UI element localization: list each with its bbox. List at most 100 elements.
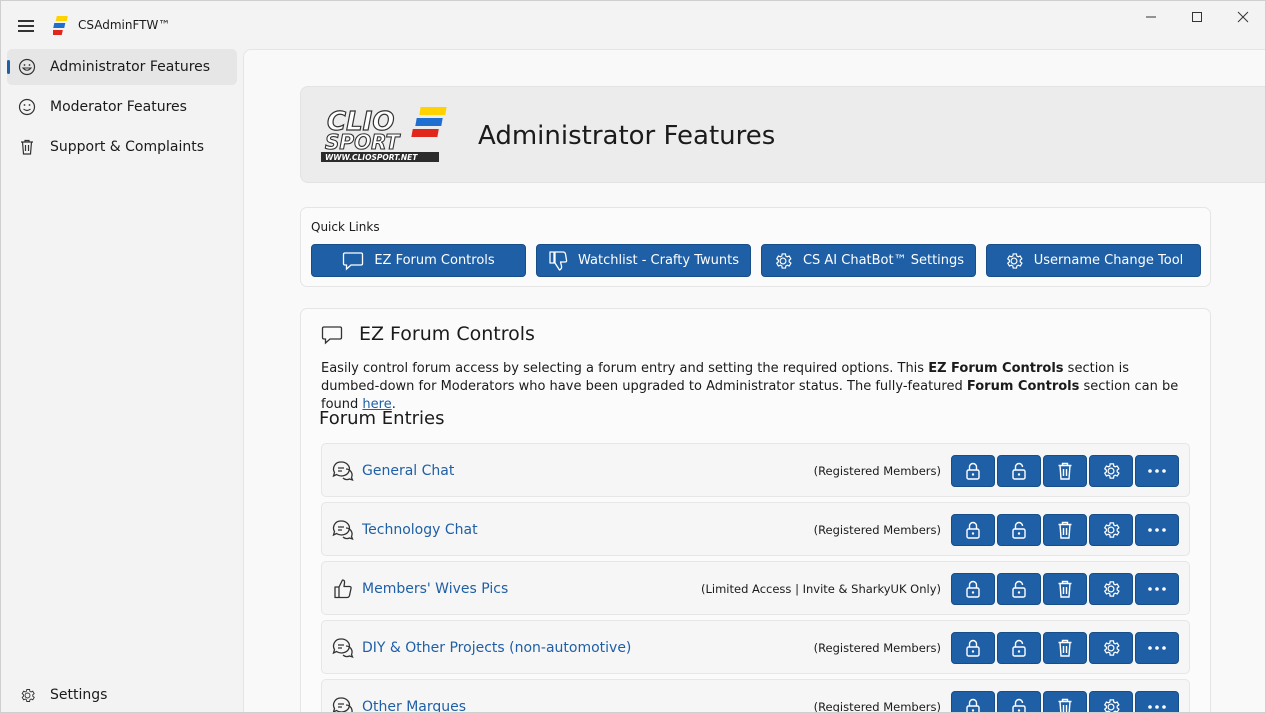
settings-button[interactable] — [1089, 632, 1133, 664]
sidebar: Administrator Features Moderator Feature… — [1, 49, 243, 712]
forum-entry-row[interactable]: Other Marques (Registered Members) — [321, 679, 1190, 713]
more-options-button[interactable] — [1135, 455, 1179, 487]
minimize-button[interactable] — [1133, 7, 1169, 27]
forum-entry-row[interactable]: Technology Chat (Registered Members) — [321, 502, 1190, 556]
unlock-button[interactable] — [997, 514, 1041, 546]
app-logo-icon — [53, 16, 68, 35]
settings-button[interactable] — [1089, 691, 1133, 712]
lock-button[interactable] — [951, 573, 995, 605]
username-change-tool-button[interactable]: Username Change Tool — [986, 244, 1201, 277]
chat-bubbles-icon — [331, 518, 355, 542]
svg-text:SPORT: SPORT — [325, 130, 401, 154]
delete-button[interactable] — [1043, 632, 1087, 664]
unlock-icon — [1012, 462, 1026, 480]
settings-button[interactable] — [1089, 455, 1133, 487]
thumbs-down-icon — [549, 250, 568, 271]
sidebar-item-label: Moderator Features — [50, 99, 187, 115]
button-label: CS AI ChatBot™ Settings — [802, 253, 965, 268]
maximize-icon — [1192, 12, 1202, 22]
settings-button[interactable] — [1089, 514, 1133, 546]
more-dots-icon — [1148, 646, 1166, 650]
close-icon — [1237, 11, 1249, 23]
forum-entry-row[interactable]: Members' Wives Pics (Limited Access | In… — [321, 561, 1190, 615]
unlock-icon — [1012, 698, 1026, 712]
sidebar-item-administrator-features[interactable]: Administrator Features — [7, 49, 237, 85]
unlock-button[interactable] — [997, 573, 1041, 605]
delete-button[interactable] — [1043, 573, 1087, 605]
button-label: Watchlist - Crafty Twunts — [578, 253, 739, 268]
quick-links-card: Quick Links EZ Forum Controls Watchlist … — [300, 207, 1211, 287]
forum-entry-row[interactable]: DIY & Other Projects (non-automotive) (R… — [321, 620, 1190, 674]
unlock-icon — [1012, 580, 1026, 598]
settings-button[interactable] — [1089, 573, 1133, 605]
forum-entry-name[interactable]: Members' Wives Pics — [362, 581, 508, 597]
lock-button[interactable] — [951, 455, 995, 487]
lock-button[interactable] — [951, 632, 995, 664]
delete-button[interactable] — [1043, 455, 1087, 487]
row-actions — [951, 455, 1179, 487]
title-bar: CSAdminFTW™ — [1, 1, 1265, 49]
lock-icon — [966, 639, 980, 657]
trash-icon — [1058, 639, 1072, 657]
watchlist-button[interactable]: Watchlist - Crafty Twunts — [536, 244, 751, 277]
chat-bubbles-icon — [331, 695, 355, 712]
page-title: Administrator Features — [478, 121, 776, 151]
close-button[interactable] — [1225, 7, 1261, 27]
row-actions — [951, 691, 1179, 712]
lock-button[interactable] — [951, 691, 995, 712]
chat-bubbles-icon — [331, 636, 355, 660]
section-title: EZ Forum Controls — [359, 323, 535, 345]
forum-entry-access: (Registered Members) — [813, 641, 941, 655]
lock-icon — [966, 462, 980, 480]
more-options-button[interactable] — [1135, 691, 1179, 712]
thumbs-up-icon — [331, 577, 355, 601]
hero-banner: CLIO SPORT WWW.CLIOSPORT.NET Administrat… — [300, 86, 1265, 183]
row-actions — [951, 573, 1179, 605]
more-dots-icon — [1148, 528, 1166, 532]
cliosport-logo: CLIO SPORT WWW.CLIOSPORT.NET — [321, 106, 447, 162]
trash-icon — [17, 137, 37, 157]
forum-entry-row[interactable]: General Chat (Registered Members) — [321, 443, 1190, 497]
forum-entries-title: Forum Entries — [319, 408, 445, 429]
trash-icon — [1058, 698, 1072, 712]
button-label: EZ Forum Controls — [374, 253, 495, 268]
gear-icon — [1006, 252, 1023, 269]
unlock-button[interactable] — [997, 632, 1041, 664]
delete-button[interactable] — [1043, 514, 1087, 546]
forum-entry-name[interactable]: General Chat — [362, 463, 454, 479]
settings-label: Settings — [50, 687, 108, 703]
minimize-icon — [1146, 16, 1156, 18]
more-options-button[interactable] — [1135, 573, 1179, 605]
more-options-button[interactable] — [1135, 514, 1179, 546]
more-dots-icon — [1148, 469, 1166, 473]
lock-button[interactable] — [951, 514, 995, 546]
sidebar-item-support-complaints[interactable]: Support & Complaints — [7, 129, 237, 165]
lock-icon — [966, 698, 980, 712]
unlock-button[interactable] — [997, 691, 1041, 712]
delete-button[interactable] — [1043, 691, 1087, 712]
hamburger-menu-button[interactable] — [15, 15, 37, 37]
sidebar-item-moderator-features[interactable]: Moderator Features — [7, 89, 237, 125]
forum-entry-name[interactable]: DIY & Other Projects (non-automotive) — [362, 640, 631, 656]
forum-entry-name[interactable]: Other Marques — [362, 699, 466, 712]
sidebar-item-settings[interactable]: Settings — [7, 677, 237, 712]
quick-links-label: Quick Links — [311, 220, 380, 234]
svg-text:WWW.CLIOSPORT.NET: WWW.CLIOSPORT.NET — [325, 153, 418, 162]
unlock-button[interactable] — [997, 455, 1041, 487]
maximize-button[interactable] — [1179, 7, 1215, 27]
unlock-icon — [1012, 521, 1026, 539]
more-options-button[interactable] — [1135, 632, 1179, 664]
gear-icon — [775, 252, 792, 269]
section-description: Easily control forum access by selecting… — [321, 361, 1179, 412]
forum-entry-name[interactable]: Technology Chat — [362, 522, 478, 538]
forum-entry-access: (Registered Members) — [813, 700, 941, 713]
more-dots-icon — [1148, 587, 1166, 591]
forum-entry-access: (Limited Access | Invite & SharkyUK Only… — [701, 582, 941, 596]
gear-icon — [1103, 699, 1120, 712]
ez-forum-controls-button[interactable]: EZ Forum Controls — [311, 244, 526, 277]
chatbot-settings-button[interactable]: CS AI ChatBot™ Settings — [761, 244, 976, 277]
trash-icon — [1058, 521, 1072, 539]
sidebar-item-label: Support & Complaints — [50, 139, 205, 155]
content-pane: CLIO SPORT WWW.CLIOSPORT.NET Administrat… — [243, 49, 1265, 713]
lock-icon — [966, 521, 980, 539]
